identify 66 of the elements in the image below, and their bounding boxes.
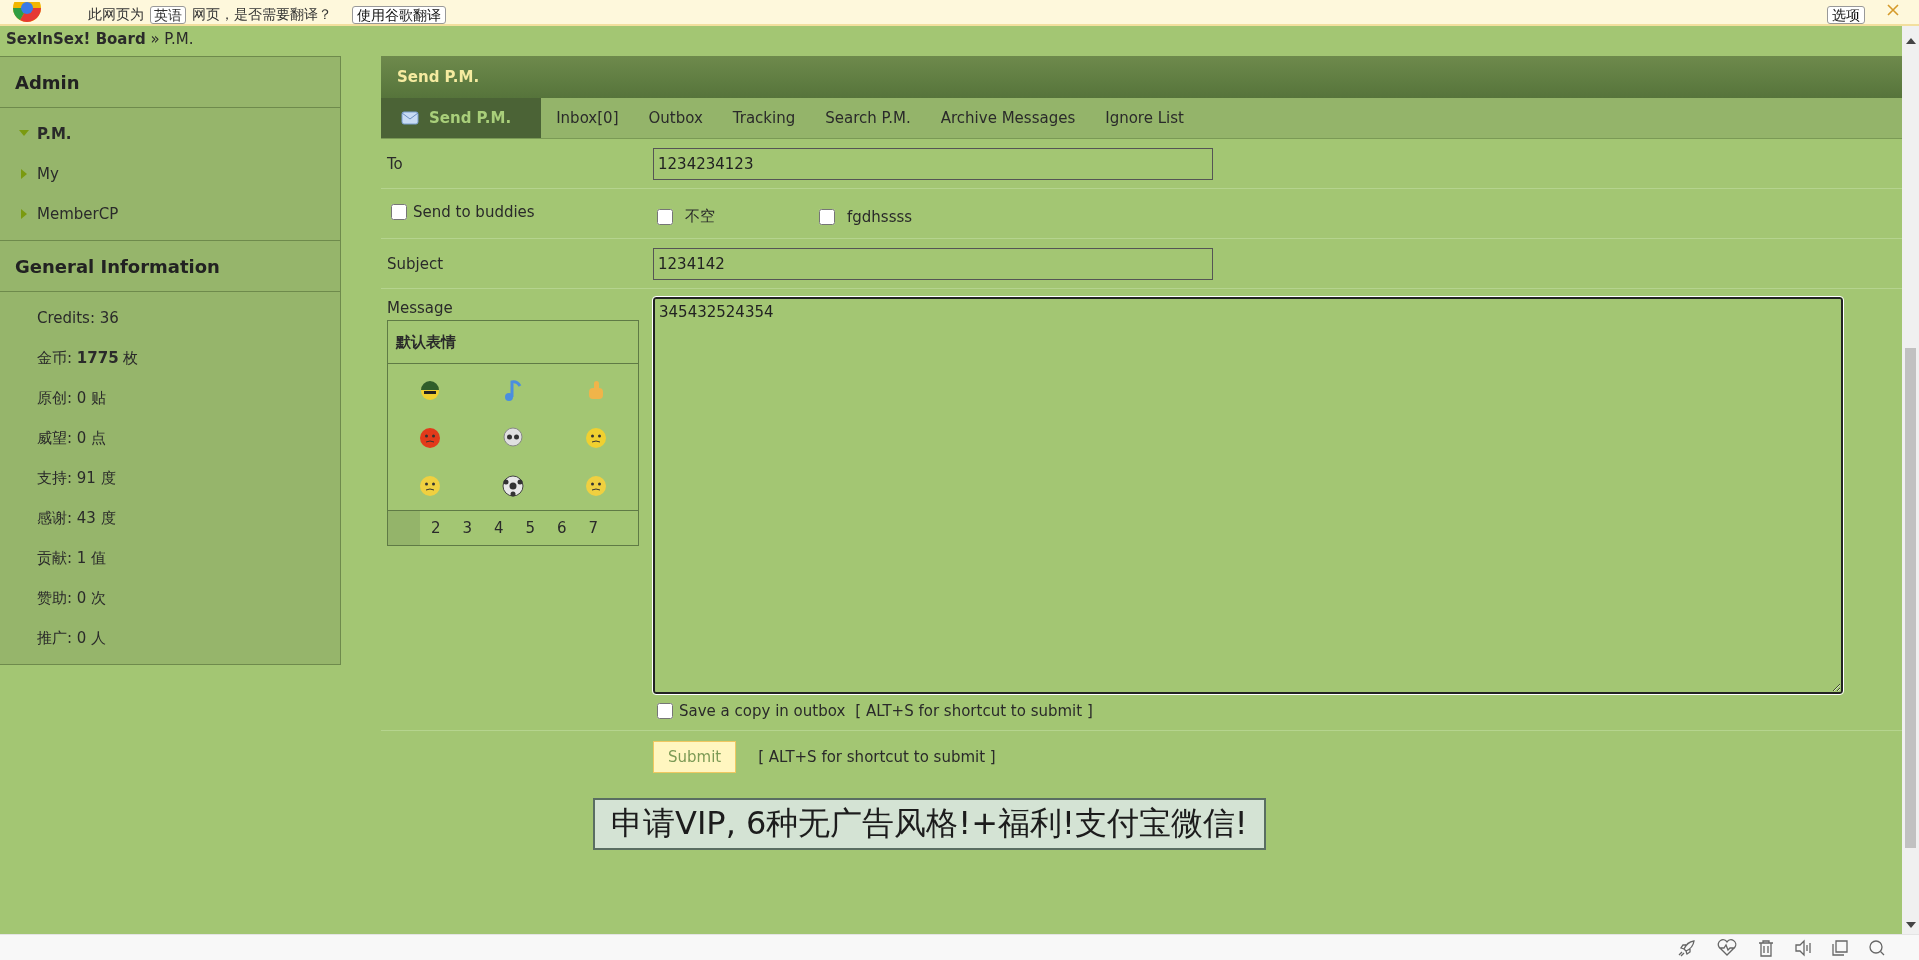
translate-prompt: 网页，是否需要翻译？	[192, 6, 332, 24]
checkbox-label: Send to buddies	[413, 203, 535, 221]
checkbox-label: Save a copy in outbox	[679, 702, 846, 720]
stat-text: 赞助: 0 次	[37, 588, 107, 608]
page-link[interactable]: 5	[514, 519, 546, 537]
page-link[interactable]: 2	[420, 519, 452, 537]
scrollbar-thumb[interactable]	[1905, 348, 1916, 848]
to-field[interactable]: 1234234123	[653, 147, 1213, 180]
envelope-icon	[401, 110, 419, 126]
checkbox[interactable]	[391, 204, 407, 220]
site-link[interactable]: SexInSex! Board	[6, 30, 146, 48]
scrollbar[interactable]	[1902, 26, 1919, 934]
subject-field[interactable]: 1234142	[653, 247, 1213, 280]
scroll-up-icon[interactable]	[1905, 38, 1916, 44]
trash-icon[interactable]	[1757, 938, 1775, 957]
message-label: Message	[387, 299, 454, 317]
panel-title: Send P.M.	[397, 68, 480, 86]
tab[interactable]: Search P.M.	[810, 98, 926, 138]
sidebar-item[interactable]: P.M.	[37, 125, 72, 143]
page-link[interactable]: 3	[451, 519, 483, 537]
checkbox[interactable]	[819, 208, 835, 225]
tab[interactable]: Inbox[0]	[541, 98, 634, 138]
sidebar-heading: General Information	[0, 241, 340, 292]
tab[interactable]: Ignore List	[1090, 98, 1199, 138]
speaker-icon[interactable]	[1794, 938, 1812, 957]
tab[interactable]: Tracking	[717, 98, 811, 138]
checkbox-label: fgdhssss	[847, 207, 913, 226]
current-page-cell	[388, 511, 420, 545]
scroll-down-icon[interactable]	[1905, 922, 1916, 928]
sidebar-item[interactable]: MemberCP	[37, 205, 119, 223]
browser-logo-icon	[12, 2, 42, 24]
page-link[interactable]: 4	[483, 519, 515, 537]
language-label: 英语	[150, 6, 186, 24]
sidebar-heading: Admin	[0, 57, 340, 108]
stat-text: 金币: 1775 枚	[37, 348, 139, 368]
message-field[interactable]: 345432524354	[653, 297, 1843, 694]
translate-button[interactable]: 使用谷歌翻译	[352, 6, 446, 24]
sidebar-item[interactable]: My	[37, 165, 59, 183]
checkbox[interactable]	[657, 703, 673, 719]
shortcut-hint: [ ALT+S for shortcut to submit ]	[758, 747, 996, 766]
subject-label: Subject	[386, 254, 445, 273]
page-link[interactable]: 6	[546, 519, 578, 537]
rocket-icon[interactable]	[1677, 937, 1697, 958]
search-icon[interactable]	[1868, 938, 1886, 957]
tab[interactable]: Outbox	[633, 98, 718, 138]
stat-text: 支持: 91 度	[37, 468, 116, 488]
tab[interactable]: Archive Messages	[925, 98, 1091, 138]
checkbox[interactable]	[657, 208, 673, 225]
heart-icon[interactable]	[1716, 938, 1738, 957]
stat-text: 推广: 0 人	[37, 628, 107, 648]
checkbox-label: 不空	[685, 207, 715, 226]
options-button[interactable]: 选项	[1827, 6, 1865, 24]
translate-prompt: 此网页为	[88, 6, 144, 24]
stat-text: 原创: 0 贴	[37, 388, 107, 408]
to-label: To	[386, 154, 404, 173]
stat-text: Credits: 36	[37, 309, 119, 327]
window-icon[interactable]	[1831, 938, 1849, 957]
stat-text: 感谢: 43 度	[37, 508, 116, 528]
breadcrumb-trail: » P.M.	[150, 30, 194, 48]
stat-text: 威望: 0 点	[37, 428, 107, 448]
vip-banner[interactable]: 申请VIP, 6种无广告风格!+福利!支付宝微信!	[593, 798, 1266, 850]
page-link[interactable]: 7	[577, 519, 609, 537]
tab[interactable]: Send P.M.	[381, 98, 542, 138]
smilies-title: 默认表情	[396, 332, 456, 352]
shortcut-hint: [ ALT+S for shortcut to submit ]	[855, 702, 1093, 720]
stat-text: 贡献: 1 值	[37, 548, 107, 568]
